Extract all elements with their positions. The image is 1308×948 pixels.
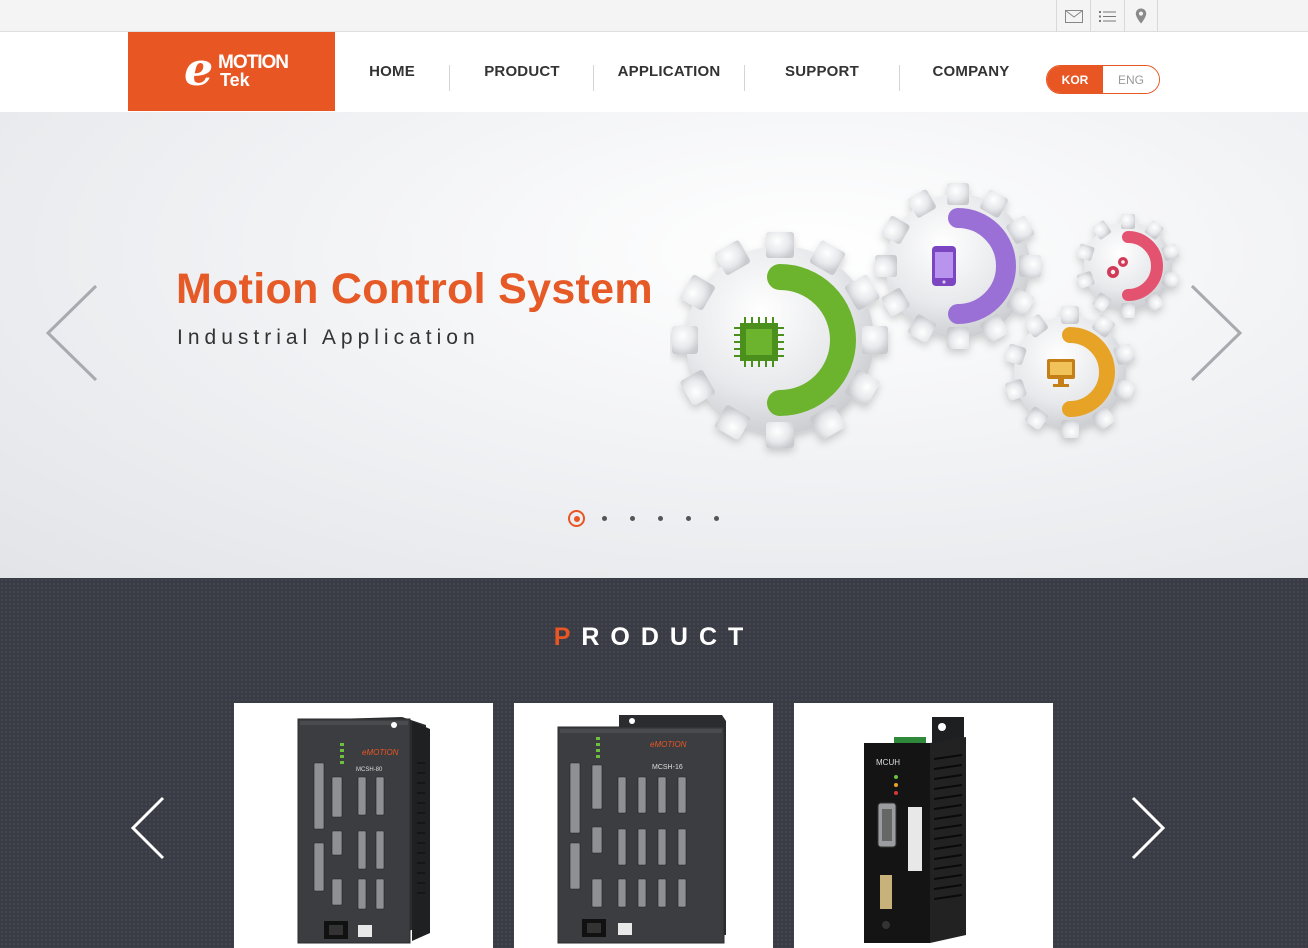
hero-next-arrow-icon[interactable] xyxy=(1188,284,1244,382)
product-heading-rest: RODUCT xyxy=(581,623,755,651)
slide-dot-1[interactable] xyxy=(568,510,585,527)
nav-item-product[interactable]: PRODUCT xyxy=(462,32,582,111)
svg-text:eMOTION: eMOTION xyxy=(650,740,687,749)
nav-label: APPLICATION xyxy=(617,63,721,80)
slide-dot-4[interactable] xyxy=(658,516,663,521)
svg-text:MCSH-80: MCSH-80 xyxy=(356,767,383,773)
nav-label: HOME xyxy=(369,63,415,80)
nav-label: COMPANY xyxy=(932,63,1010,80)
slide-dot-3[interactable] xyxy=(630,516,635,521)
phone-icon xyxy=(932,246,956,286)
gear-settings xyxy=(1076,214,1180,318)
nav-divider xyxy=(899,65,900,91)
mail-icon xyxy=(1064,9,1083,23)
sitemap-button[interactable] xyxy=(1090,0,1124,32)
svg-text:eMOTION: eMOTION xyxy=(362,748,399,757)
product-image-mcuh: MCUH xyxy=(864,717,966,943)
logo-tek: Tek xyxy=(220,70,250,90)
slide-dot-5[interactable] xyxy=(686,516,691,521)
utility-bar xyxy=(0,0,1308,32)
nav-label: PRODUCT xyxy=(484,63,560,80)
logo-e: e xyxy=(184,42,214,96)
product-section: PRODUCT eMOTION MCSH-80 eMOTION MCSH-16 … xyxy=(0,578,1308,948)
location-button[interactable] xyxy=(1124,0,1158,32)
product-heading-first: P xyxy=(553,623,582,651)
mail-button[interactable] xyxy=(1056,0,1090,32)
gear-monitor xyxy=(1005,306,1135,438)
product-next-arrow-icon[interactable] xyxy=(1130,796,1166,860)
gear-chip xyxy=(672,232,888,448)
nav-divider xyxy=(744,65,745,91)
hero-prev-arrow-icon[interactable] xyxy=(44,284,100,382)
logo[interactable]: e MOTION Tek xyxy=(128,32,335,111)
nav-item-support[interactable]: SUPPORT xyxy=(762,32,882,111)
slide-dot-2[interactable] xyxy=(602,516,607,521)
svg-text:MCUH: MCUH xyxy=(876,758,900,767)
hero-title: Motion Control System xyxy=(176,265,653,313)
product-heading: PRODUCT xyxy=(0,623,1308,652)
product-card[interactable]: MCUH xyxy=(794,703,1053,948)
slide-indicators xyxy=(568,510,728,530)
nav-item-company[interactable]: COMPANY xyxy=(911,32,1031,111)
lang-kor-button[interactable]: KOR xyxy=(1047,66,1103,93)
nav-divider xyxy=(449,65,450,91)
hero-slider: Motion Control System Industrial Applica… xyxy=(0,112,1308,578)
location-pin-icon xyxy=(1135,8,1147,24)
product-card[interactable]: eMOTION MCSH-16 xyxy=(514,703,773,948)
product-prev-arrow-icon[interactable] xyxy=(130,796,166,860)
product-card[interactable]: eMOTION MCSH-80 xyxy=(234,703,493,948)
lang-eng-button[interactable]: ENG xyxy=(1103,66,1159,93)
product-image-mcsh-80: eMOTION MCSH-80 xyxy=(297,717,430,944)
product-image-mcsh-16: eMOTION MCSH-16 xyxy=(557,715,726,944)
chip-icon xyxy=(734,317,784,367)
slide-dot-6[interactable] xyxy=(714,516,719,521)
gears-illustration xyxy=(672,183,1180,448)
hero-subtitle: Industrial Application xyxy=(177,326,480,349)
site-header: e MOTION Tek HOME PRODUCT APPLICATION SU… xyxy=(0,32,1308,112)
gear-phone xyxy=(875,183,1041,349)
svg-text:MCSH-16: MCSH-16 xyxy=(652,764,683,771)
nav-item-application[interactable]: APPLICATION xyxy=(604,32,734,111)
language-switch: KOR ENG xyxy=(1046,65,1160,94)
nav-divider xyxy=(593,65,594,91)
list-icon xyxy=(1099,10,1116,22)
nav-item-home[interactable]: HOME xyxy=(342,32,442,111)
nav-label: SUPPORT xyxy=(785,63,859,80)
